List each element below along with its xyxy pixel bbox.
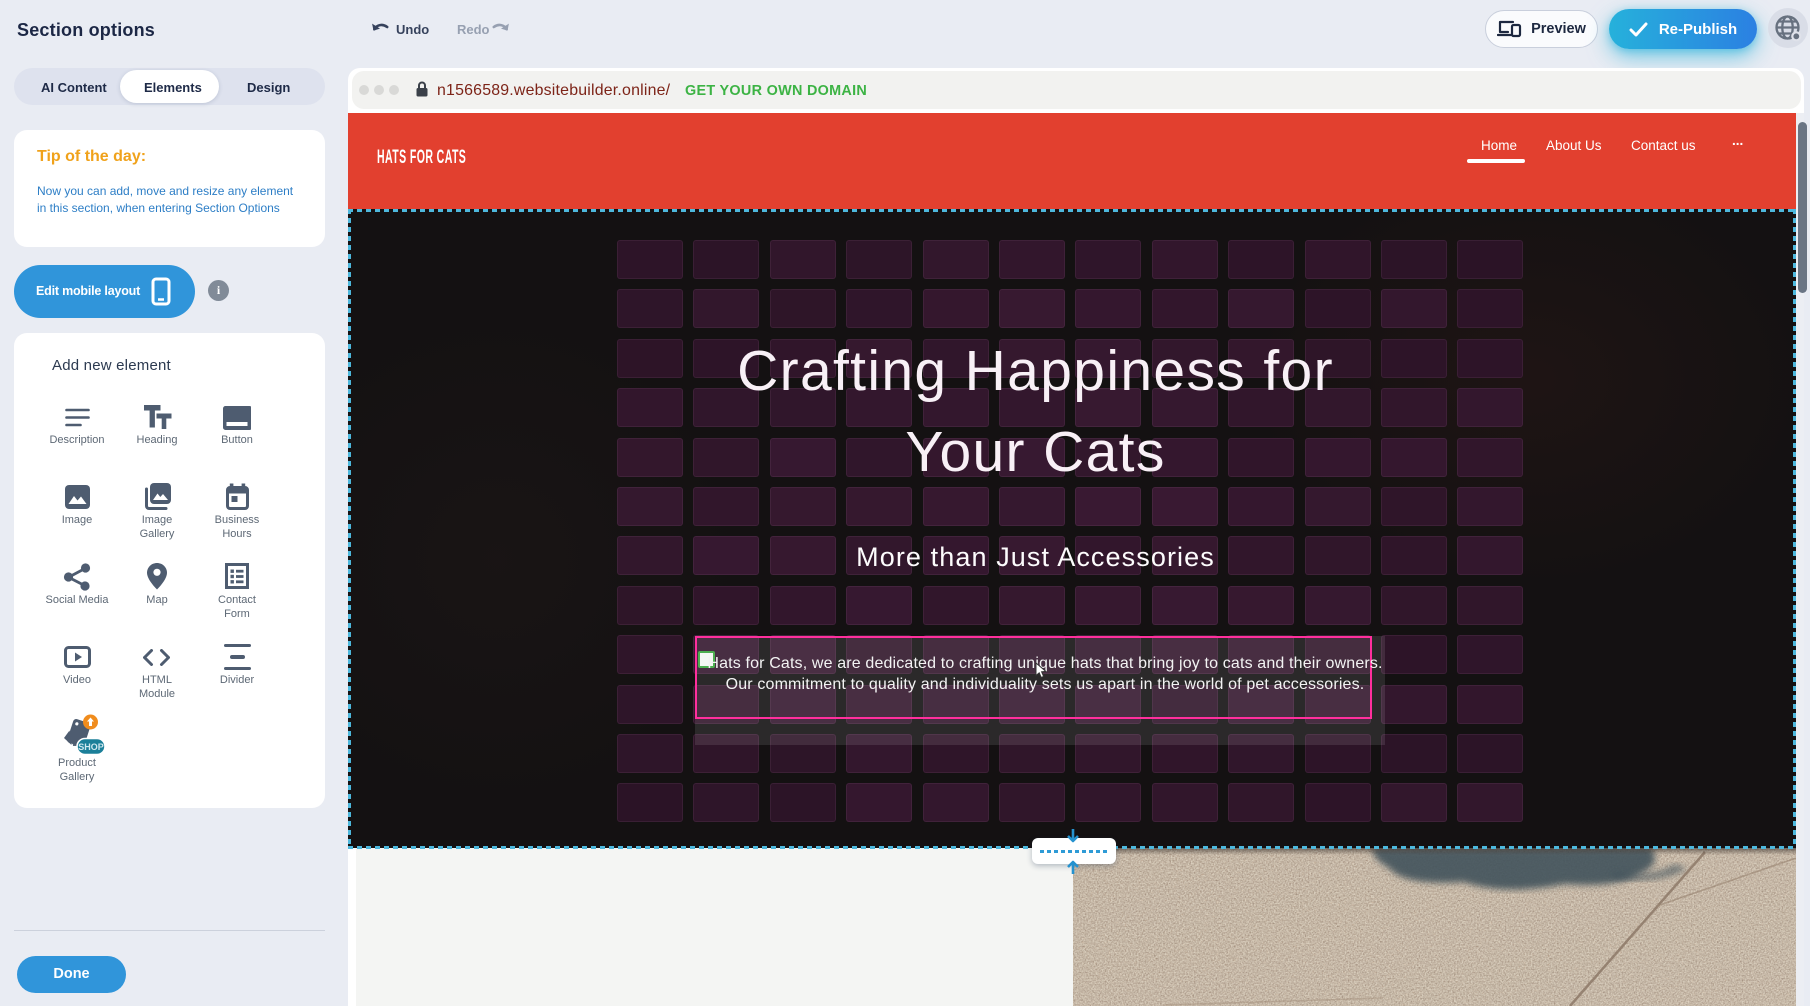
svg-text:SHOP: SHOP [78,742,104,752]
